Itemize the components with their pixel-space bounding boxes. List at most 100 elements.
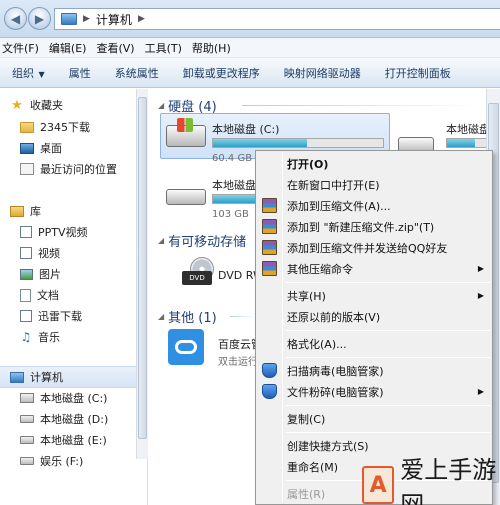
- nav-label: 最近访问的位置: [40, 163, 117, 176]
- submenu-arrow-icon: ▶: [477, 387, 484, 396]
- nav-label: PPTV视频: [38, 226, 88, 239]
- nav-item-videos[interactable]: 视频: [20, 243, 60, 263]
- nav-label: 娱乐 (F:): [40, 455, 84, 468]
- breadcrumb-chevron-icon[interactable]: ▶: [138, 14, 145, 24]
- nav-item-drive-c[interactable]: 本地磁盘 (C:): [20, 388, 107, 408]
- menu-item-label: 复制(C): [287, 412, 326, 426]
- nav-label: 本地磁盘 (C:): [40, 392, 108, 405]
- menu-view[interactable]: 查看(V): [91, 40, 139, 56]
- nav-item-pptv[interactable]: PPTV视频: [20, 222, 88, 242]
- menu-item-label: 在新窗口中打开(E): [287, 178, 380, 192]
- menu-item-label: 格式化(A)...: [287, 337, 347, 351]
- winrar-icon: [262, 261, 277, 276]
- collapse-triangle-icon: ◢: [158, 101, 165, 110]
- group-removable[interactable]: ◢ 有可移动存储: [158, 231, 246, 250]
- menu-item-copy[interactable]: 复制(C): [258, 408, 490, 429]
- forward-button[interactable]: ▶: [28, 7, 51, 30]
- nav-scrollbar-thumb[interactable]: [138, 97, 147, 439]
- drive-size: 103 GB: [212, 209, 249, 220]
- nav-item-drive-e[interactable]: 本地磁盘 (E:): [20, 430, 107, 450]
- menu-item-format[interactable]: 格式化(A)...: [258, 333, 490, 354]
- nav-libraries[interactable]: 库: [10, 201, 41, 221]
- drive-name: 本地磁盘: [446, 123, 490, 136]
- download-library-icon: [20, 310, 32, 322]
- recent-places-icon: [20, 163, 34, 175]
- breadcrumb-computer[interactable]: 计算机: [96, 11, 132, 28]
- drive-icon: [20, 436, 34, 444]
- menu-item-open-new-window[interactable]: 在新窗口中打开(E): [258, 174, 490, 195]
- nav-label: 桌面: [40, 142, 62, 155]
- menu-separator: [286, 282, 490, 283]
- group-header-label: 其他 (1): [168, 311, 217, 326]
- drive-usage-fill: [213, 139, 307, 147]
- menu-separator: [286, 330, 490, 331]
- nav-item-desktop[interactable]: 桌面: [20, 138, 62, 158]
- nav-item-pictures[interactable]: 图片: [20, 264, 61, 284]
- menu-item-restore-previous[interactable]: 还原以前的版本(V): [258, 306, 490, 327]
- dvd-drive-icon[interactable]: DVD: [182, 257, 216, 287]
- nav-favorites[interactable]: ★ 收藏夹: [10, 95, 63, 115]
- open-control-panel-button[interactable]: 打开控制面板: [373, 65, 463, 81]
- cloud-icon: [175, 340, 197, 354]
- menu-item-label: 文件粉碎(电脑管家): [287, 385, 384, 399]
- nav-item-2345-download[interactable]: 2345下载: [20, 117, 90, 137]
- menu-edit[interactable]: 编辑(E): [44, 40, 92, 56]
- menu-item-file-shred[interactable]: 文件粉碎(电脑管家) ▶: [258, 381, 490, 402]
- video-library-icon: [20, 247, 32, 259]
- back-button[interactable]: ◀: [4, 7, 27, 30]
- nav-item-music[interactable]: ♫ 音乐: [20, 327, 60, 347]
- nav-label: 音乐: [38, 331, 60, 344]
- music-icon: ♫: [20, 330, 32, 344]
- menu-item-archive-send-qq[interactable]: 添加到压缩文件并发送给QQ好友: [258, 237, 490, 258]
- address-field[interactable]: ▶ 计算机 ▶: [54, 8, 500, 30]
- uninstall-program-button[interactable]: 卸载或更改程序: [171, 65, 272, 81]
- menu-item-label: 还原以前的版本(V): [287, 310, 381, 324]
- menu-file[interactable]: 文件(F): [0, 40, 44, 56]
- menu-item-label: 扫描病毒(电脑管家): [287, 364, 384, 378]
- menu-item-label: 重命名(M): [287, 460, 339, 474]
- nav-label: 文档: [37, 289, 59, 302]
- menu-help[interactable]: 帮助(H): [187, 40, 236, 56]
- drive-usage-fill: [447, 139, 475, 147]
- menu-item-label: 添加到 "新建压缩文件.zip"(T): [287, 220, 435, 234]
- group-divider: [242, 105, 482, 106]
- menu-item-scan-virus[interactable]: 扫描病毒(电脑管家): [258, 360, 490, 381]
- menu-item-add-to-zip[interactable]: 添加到 "新建压缩文件.zip"(T): [258, 216, 490, 237]
- nav-label: 2345下载: [40, 121, 90, 134]
- menu-item-add-to-archive[interactable]: 添加到压缩文件(A)...: [258, 195, 490, 216]
- nav-item-recent[interactable]: 最近访问的位置: [20, 159, 117, 179]
- drive-icon: [20, 457, 34, 465]
- group-other[interactable]: ◢ 其他 (1): [158, 307, 217, 326]
- nav-item-drive-d[interactable]: 本地磁盘 (D:): [20, 409, 108, 429]
- site-watermark: A 爱上手游网: [362, 456, 500, 505]
- menu-separator: [286, 405, 490, 406]
- video-library-icon: [20, 226, 32, 238]
- nav-scrollbar[interactable]: [136, 89, 148, 459]
- nav-label: 图片: [39, 268, 61, 281]
- nav-item-drive-f[interactable]: 娱乐 (F:): [20, 451, 83, 471]
- baidu-cloud-icon[interactable]: [168, 329, 204, 365]
- map-network-drive-button[interactable]: 映射网络驱动器: [272, 65, 373, 81]
- system-properties-button[interactable]: 系统属性: [103, 65, 171, 81]
- collapse-triangle-icon: ◢: [158, 312, 165, 321]
- nav-label: 本地磁盘 (E:): [40, 434, 107, 447]
- desktop-icon: [20, 142, 34, 154]
- nav-label: 视频: [38, 247, 60, 260]
- drive-size: 60.4 GB: [212, 153, 253, 164]
- back-arrow-icon: ◀: [10, 11, 21, 26]
- nav-computer[interactable]: 计算机: [10, 367, 63, 387]
- menu-item-share[interactable]: 共享(H) ▶: [258, 285, 490, 306]
- menu-tools[interactable]: 工具(T): [140, 40, 187, 56]
- nav-item-documents[interactable]: 文档: [20, 285, 59, 305]
- properties-button[interactable]: 属性: [57, 65, 103, 81]
- menu-item-label: 其他压缩命令: [287, 262, 353, 276]
- winrar-icon: [262, 219, 277, 234]
- nav-label: 库: [30, 205, 41, 218]
- drive-usage-bar: [212, 138, 384, 148]
- nav-item-thunder[interactable]: 迅雷下载: [20, 306, 82, 326]
- menu-item-label: 添加到压缩文件(A)...: [287, 199, 391, 213]
- menu-item-other-compress[interactable]: 其他压缩命令 ▶: [258, 258, 490, 279]
- menu-item-open[interactable]: 打开(O): [258, 153, 490, 174]
- organize-button[interactable]: 组织 ▼: [0, 65, 57, 81]
- nav-label: 计算机: [30, 371, 63, 384]
